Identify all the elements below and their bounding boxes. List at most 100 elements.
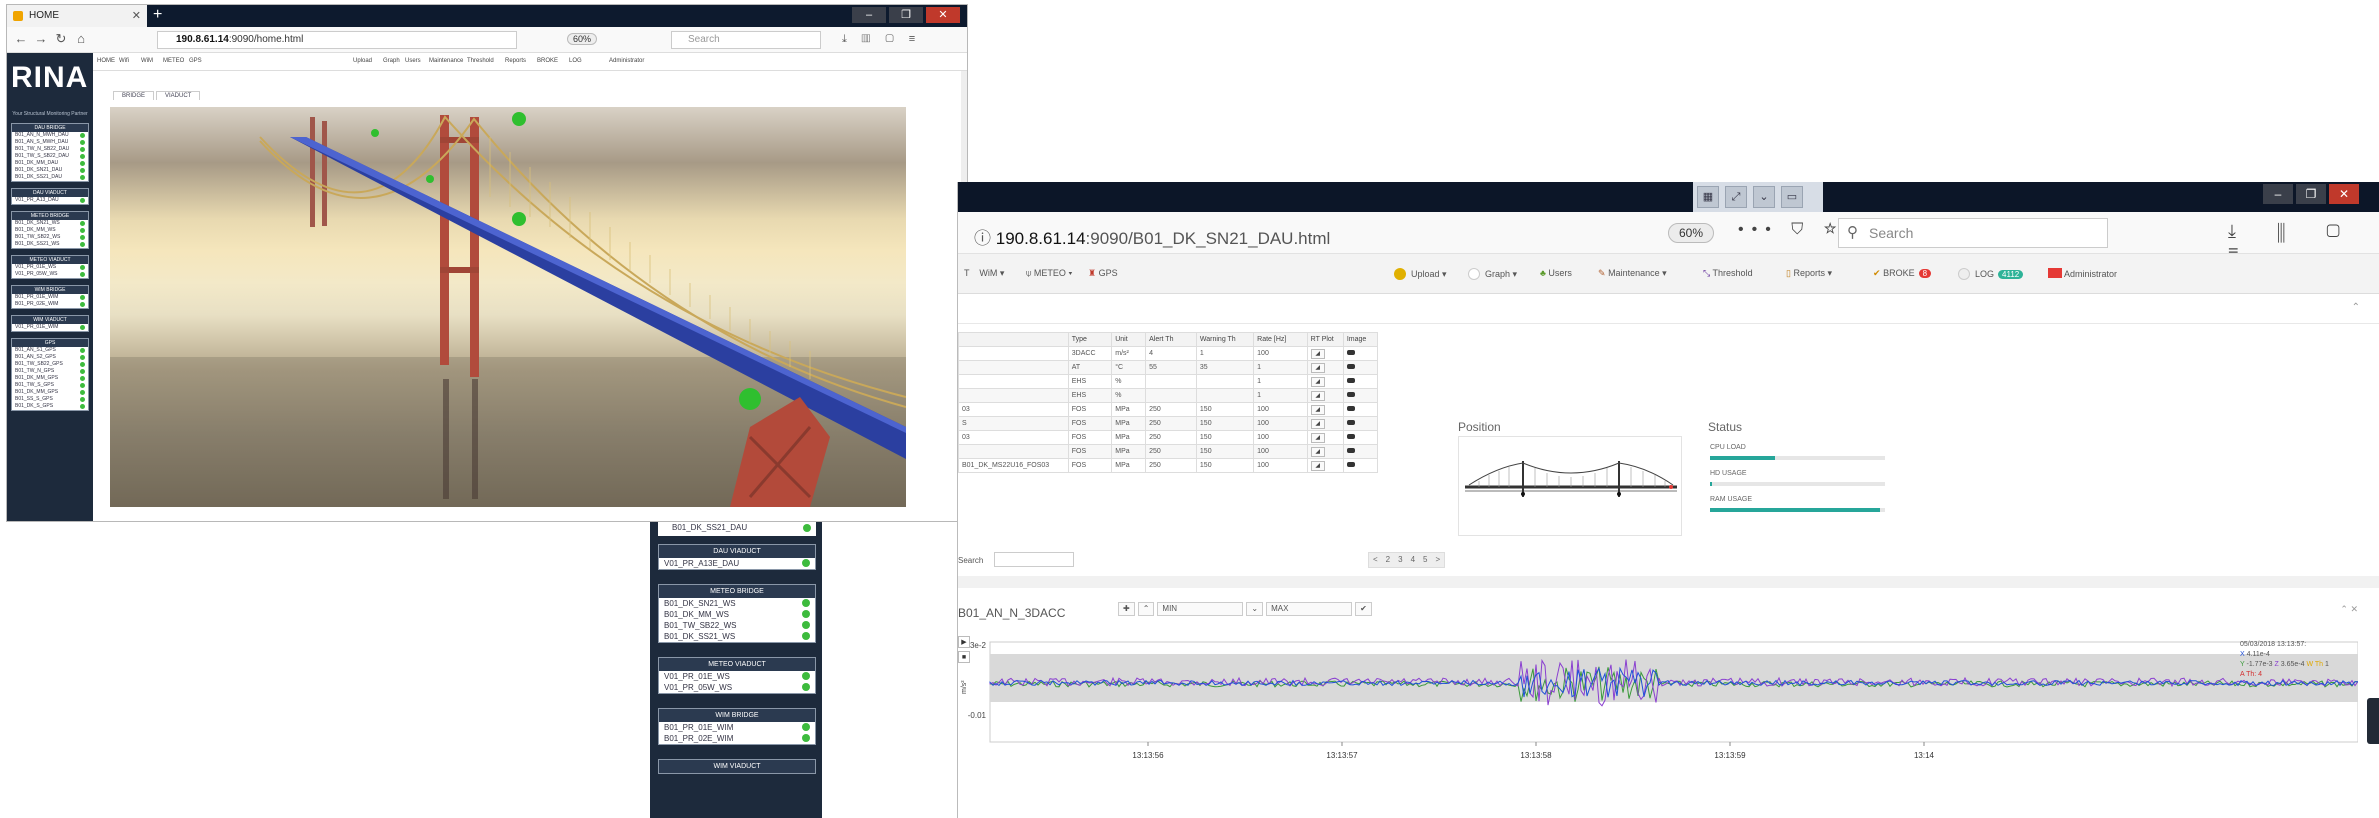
- sidebar-item[interactable]: V01_PR_05W_WS: [659, 682, 815, 693]
- sidebar-item[interactable]: B01_DK_MM_DAU: [12, 160, 88, 167]
- table-header[interactable]: Image: [1342, 332, 1379, 347]
- pager-item[interactable]: <: [1369, 553, 1382, 567]
- camera-icon[interactable]: [1346, 392, 1355, 397]
- table-header[interactable]: [958, 332, 1069, 347]
- sidebar-item-partial[interactable]: B01_DK_SS21_DAU: [658, 522, 816, 536]
- sidebar-item[interactable]: B01_PR_02E_WIM: [659, 733, 815, 744]
- sidebar-item[interactable]: B01_DK_SN21_WS: [659, 598, 815, 609]
- chart-icon[interactable]: ◢: [1310, 390, 1325, 401]
- up-icon[interactable]: ⌃: [1137, 602, 1155, 616]
- chart-icon[interactable]: ◢: [1310, 404, 1325, 415]
- home-icon[interactable]: ⌂: [73, 31, 89, 46]
- top-menu-item[interactable]: Graph: [383, 58, 400, 64]
- down-icon[interactable]: ⌄: [1246, 602, 1264, 616]
- sidebar-item[interactable]: V01_PR_A13_DAU: [12, 197, 88, 204]
- sidebar-item[interactable]: B01_DK_MM_GPS: [12, 375, 88, 382]
- menu-upload[interactable]: Upload ▾: [1394, 268, 1447, 280]
- table-header[interactable]: Warning Th: [1195, 332, 1255, 347]
- apply-check-icon[interactable]: ✔: [1355, 602, 1372, 616]
- sidebar-item[interactable]: B01_DK_SN21_DAU: [12, 167, 88, 174]
- sidebar-item[interactable]: B01_DK_S_GPS: [12, 403, 88, 410]
- restore-icon[interactable]: ❐: [2296, 184, 2326, 204]
- sidebar-item[interactable]: B01_TW_S_GPS: [12, 382, 88, 389]
- camera-icon[interactable]: [1346, 364, 1355, 369]
- top-menu-item[interactable]: BROKE: [537, 58, 558, 64]
- chevron-down-icon[interactable]: ⌄: [1753, 186, 1775, 208]
- max-input[interactable]: MAX: [1266, 602, 1353, 616]
- sidebar-item[interactable]: B01_DK_SN21_WS: [12, 220, 88, 227]
- chart-icon[interactable]: ◢: [1310, 348, 1325, 359]
- sidebar-item[interactable]: V01_PR_01E_WS: [12, 264, 88, 271]
- tab-viaduct[interactable]: VIADUCT: [156, 91, 201, 100]
- page-actions-icons[interactable]: ••• ⛉ ☆: [1738, 221, 1845, 239]
- sidebar-item[interactable]: B01_TW_N_SB22_DAU: [12, 146, 88, 153]
- sidebar-item[interactable]: B01_TW_SB22_WS: [659, 620, 815, 631]
- sidebar-item[interactable]: B01_DK_SS21_WS: [12, 241, 88, 248]
- top-menu-item[interactable]: HOME: [97, 58, 115, 64]
- zoom-badge[interactable]: 60%: [567, 33, 598, 45]
- menu-graph[interactable]: Graph ▾: [1468, 268, 1517, 280]
- chart-collapse-icons[interactable]: ⌃ ✕: [2340, 604, 2358, 615]
- close-tab-icon[interactable]: ✕: [132, 5, 141, 27]
- toolbar-icons[interactable]: ⤓ ▥ ▢ ≡: [842, 33, 921, 46]
- bridge-3d-view[interactable]: [110, 107, 906, 507]
- menu-gps[interactable]: ♜ GPS: [1088, 268, 1118, 279]
- table-header[interactable]: Rate [Hz]: [1253, 332, 1308, 347]
- close-window-icon[interactable]: ✕: [2329, 184, 2359, 204]
- chart-icon[interactable]: ◢: [1310, 362, 1325, 373]
- minimize-icon[interactable]: –: [2263, 184, 2293, 204]
- menu-wim[interactable]: T WiM ▾: [964, 268, 1004, 279]
- table-header[interactable]: Type: [1067, 332, 1113, 347]
- forward-icon[interactable]: →: [33, 31, 49, 46]
- close-window-icon[interactable]: ✕: [926, 7, 960, 23]
- sidebar-item[interactable]: B01_AN_S_MWH_DAU: [12, 139, 88, 146]
- top-menu-item[interactable]: Maintenance: [429, 58, 463, 64]
- minimize-icon[interactable]: –: [852, 7, 886, 23]
- pager-item[interactable]: 2: [1382, 553, 1394, 567]
- new-tab-icon[interactable]: +: [153, 5, 162, 25]
- sidebar-item[interactable]: B01_TW_SB22_GPS: [12, 361, 88, 368]
- menu-broke[interactable]: ✔ BROKE 8: [1873, 268, 1932, 279]
- zoom-badge[interactable]: 60%: [1668, 223, 1715, 243]
- camera-icon[interactable]: [1346, 378, 1355, 383]
- chart-icon[interactable]: ◢: [1310, 418, 1325, 429]
- sidebar-item[interactable]: B01_DK_SS21_WS: [659, 631, 815, 642]
- top-menu-item[interactable]: Administrator: [609, 58, 644, 64]
- top-menu-item[interactable]: GPS: [189, 58, 202, 64]
- add-icon[interactable]: ✚: [1118, 602, 1135, 616]
- top-menu-item[interactable]: Wifi: [119, 58, 129, 64]
- tab-bridge[interactable]: BRIDGE: [113, 91, 155, 100]
- sidebar-item[interactable]: V01_PR_A13E_DAU: [659, 558, 815, 569]
- pager-item[interactable]: >: [1431, 553, 1444, 567]
- sidebar-item[interactable]: B01_TW_SB22_WS: [12, 234, 88, 241]
- top-menu-item[interactable]: LOG: [569, 58, 582, 64]
- table-header[interactable]: Alert Th: [1145, 332, 1197, 347]
- address-bar[interactable]: 190.8.61.14:9090/home.html: [157, 31, 517, 49]
- table-header[interactable]: RT Plot: [1306, 332, 1344, 347]
- chart-icon[interactable]: ◢: [1310, 432, 1325, 443]
- camera-icon[interactable]: [1346, 350, 1355, 355]
- chart-icon[interactable]: ◢: [1310, 376, 1325, 387]
- search-input[interactable]: ⚲ Search: [1838, 218, 2108, 248]
- sidebar-item[interactable]: B01_AN_S1_GPS: [12, 347, 88, 354]
- top-menu-item[interactable]: Threshold: [467, 58, 494, 64]
- camera-icon[interactable]: [1346, 406, 1355, 411]
- search-input[interactable]: Search: [671, 31, 821, 49]
- top-menu-item[interactable]: METEO: [163, 58, 184, 64]
- sidebar-item[interactable]: B01_TW_N_GPS: [12, 368, 88, 375]
- menu-users[interactable]: ♣ Users: [1540, 268, 1572, 278]
- top-menu-item[interactable]: WiM: [141, 58, 153, 64]
- address-bar[interactable]: ⓘ 190.8.61.14:9090/B01_DK_SN21_DAU.html: [974, 224, 1330, 249]
- sidebar-item[interactable]: V01_PR_05W_WS: [12, 271, 88, 278]
- sidebar-item[interactable]: B01_DK_MM_WS: [659, 609, 815, 620]
- side-drawer-tab[interactable]: [2367, 698, 2379, 744]
- menu-maintenance[interactable]: ✎ Maintenance ▾: [1598, 268, 1667, 279]
- restore-icon[interactable]: ❐: [889, 7, 923, 23]
- sidebar-item[interactable]: V01_PR_01E_WS: [659, 671, 815, 682]
- sidebar-item[interactable]: V01_PR_01E_WIM: [12, 324, 88, 331]
- reload-icon[interactable]: ↻: [53, 31, 69, 47]
- top-menu-item[interactable]: Users: [405, 58, 421, 64]
- sidebar-item[interactable]: B01_DK_MM_GPS: [12, 389, 88, 396]
- pager-item[interactable]: 3: [1394, 553, 1406, 567]
- sidebar-item[interactable]: B01_DK_MM_WS: [12, 227, 88, 234]
